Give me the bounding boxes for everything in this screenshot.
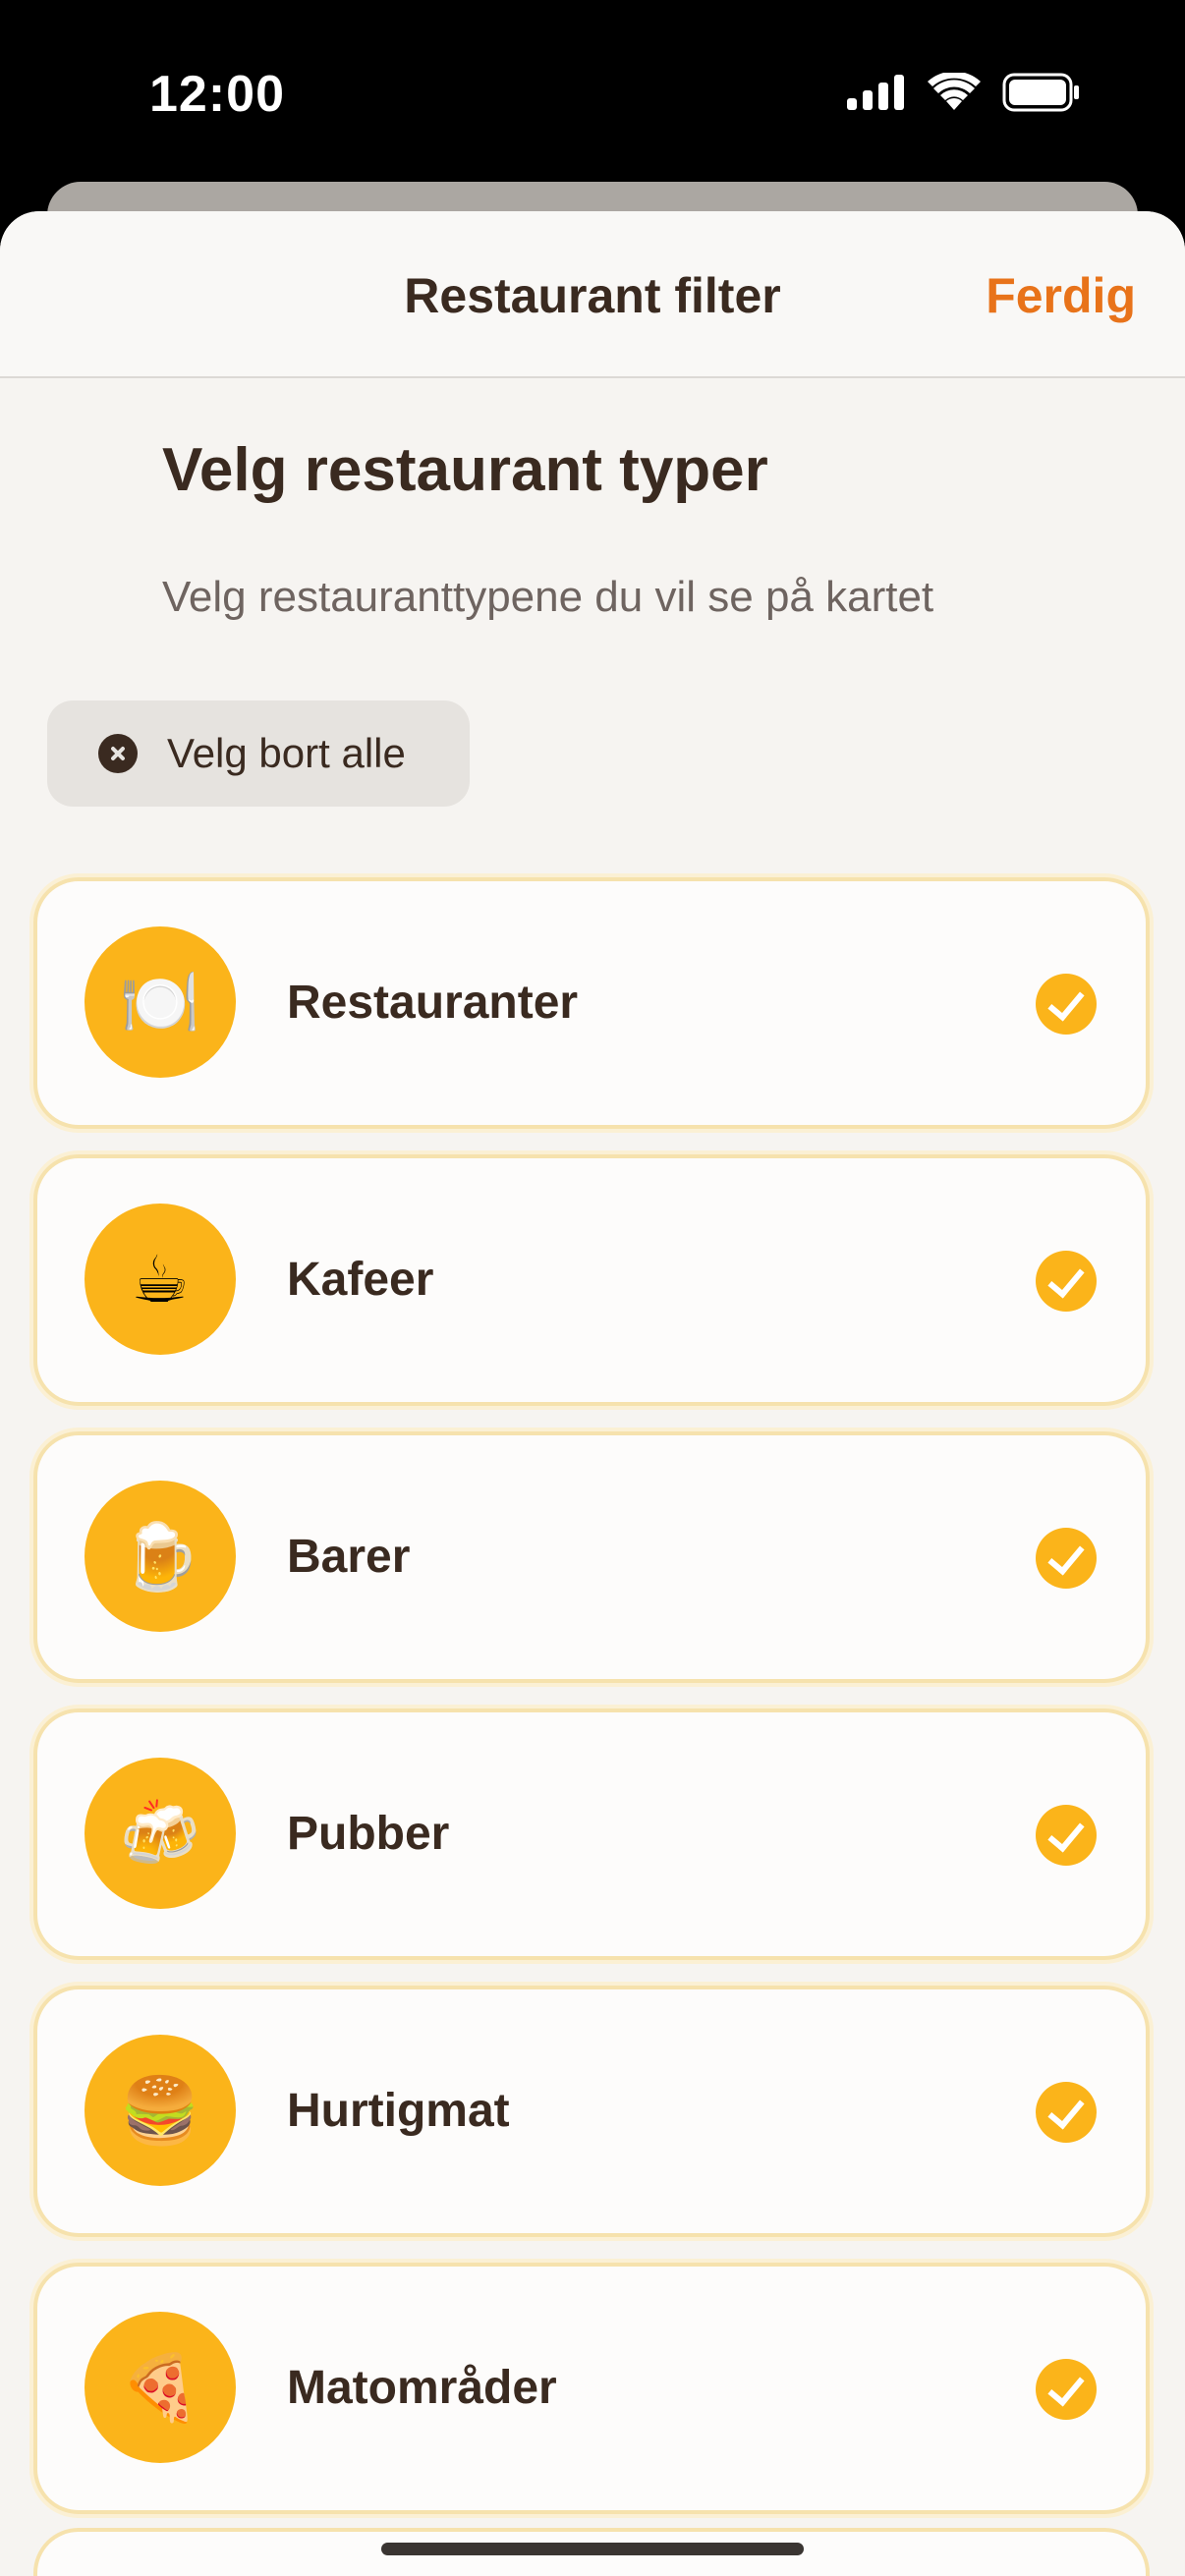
category-row-restauranter[interactable]: 🍽️ Restauranter (33, 877, 1150, 1129)
close-circle-icon (98, 734, 138, 773)
home-indicator[interactable] (381, 2543, 804, 2555)
checkmark-icon[interactable] (1036, 2359, 1097, 2420)
plate-cutlery-icon: 🍽️ (85, 926, 236, 1078)
section-subtitle: Velg restauranttypene du vil se på karte… (162, 573, 934, 621)
category-label: Kafeer (287, 1254, 434, 1306)
category-list: 🍽️ Restauranter ☕ Kafeer 🍺 Barer 🍻 Pubbe… (33, 877, 1150, 2540)
status-bar: 12:00 (0, 0, 1185, 187)
clinking-beers-icon: 🍻 (85, 1758, 236, 1909)
screen: 12:00 Restaurant filter Ferdig Velg rest… (0, 0, 1185, 2576)
nav-bar: Restaurant filter Ferdig (0, 211, 1185, 378)
category-row-barer[interactable]: 🍺 Barer (33, 1431, 1150, 1683)
category-row-hurtigmat[interactable]: 🍔 Hurtigmat (33, 1986, 1150, 2237)
signal-icon (847, 75, 904, 110)
status-icons (847, 73, 1081, 112)
beer-mug-icon: 🍺 (85, 1481, 236, 1632)
category-label: Matområder (287, 2362, 557, 2414)
filter-sheet: Restaurant filter Ferdig Velg restaurant… (0, 211, 1185, 2576)
category-row-pubber[interactable]: 🍻 Pubber (33, 1708, 1150, 1960)
section-title: Velg restaurant typer (162, 436, 768, 504)
coffee-cup-icon: ☕ (85, 1204, 236, 1355)
category-row-matomrader[interactable]: 🍕 Matområder (33, 2263, 1150, 2514)
category-label: Barer (287, 1531, 411, 1583)
checkmark-icon[interactable] (1036, 974, 1097, 1035)
status-time: 12:00 (149, 66, 285, 123)
burger-icon: 🍔 (85, 2035, 236, 2186)
category-label: Hurtigmat (287, 2085, 510, 2137)
checkmark-icon[interactable] (1036, 1805, 1097, 1866)
battery-icon (1002, 73, 1079, 112)
category-row-kafeer[interactable]: ☕ Kafeer (33, 1154, 1150, 1406)
wifi-icon (928, 73, 981, 110)
checkmark-icon[interactable] (1036, 2082, 1097, 2143)
checkmark-icon[interactable] (1036, 1251, 1097, 1312)
checkmark-icon[interactable] (1036, 1528, 1097, 1589)
category-label: Restauranter (287, 977, 579, 1029)
pizza-icon: 🍕 (85, 2312, 236, 2463)
done-button[interactable]: Ferdig (986, 267, 1136, 324)
deselect-all-button[interactable]: Velg bort alle (47, 700, 470, 807)
deselect-all-label: Velg bort alle (167, 730, 406, 776)
category-label: Pubber (287, 1808, 450, 1860)
